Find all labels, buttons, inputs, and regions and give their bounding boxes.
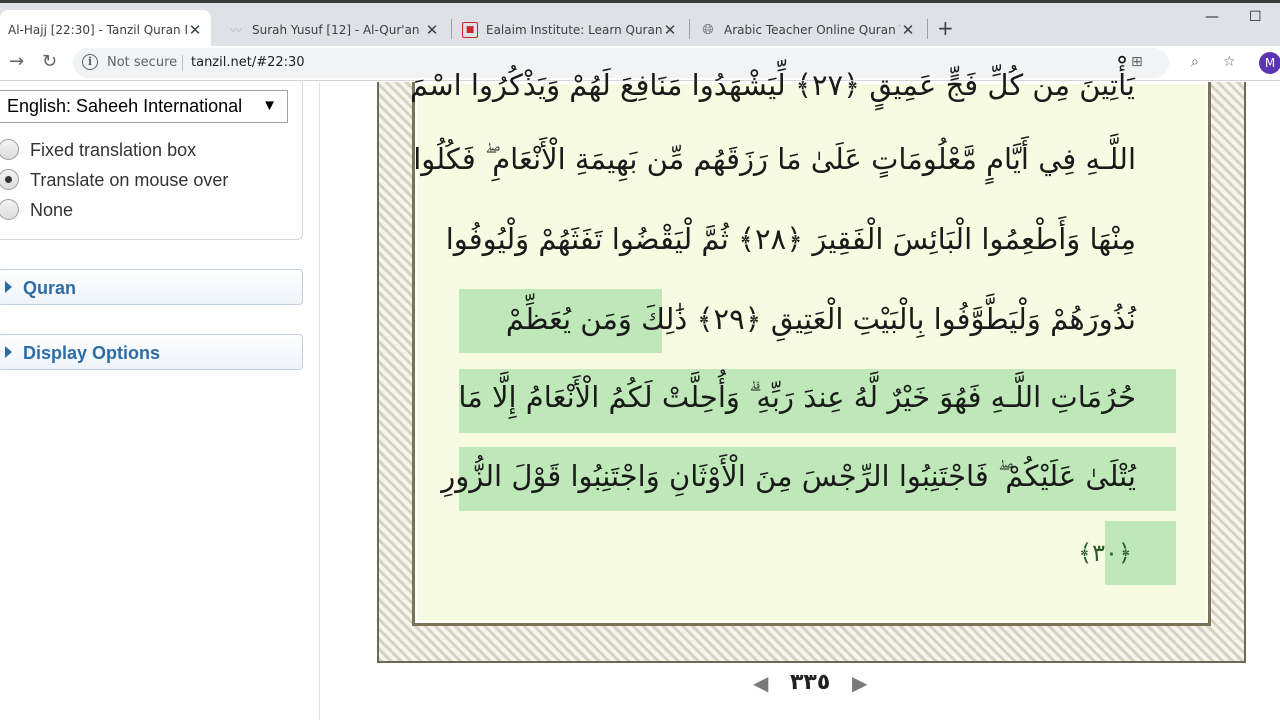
radio-label-none[interactable]: None [30,200,73,221]
radio-fixed-translation[interactable] [0,139,19,160]
chevron-down-icon: ▼ [262,97,277,114]
tab-al-hajj[interactable]: Al-Hajj [22:30] - Tanzil Quran Na ✕ [0,10,211,49]
radio-label-mouse-over[interactable]: Translate on mouse over [30,170,228,191]
zoom-icon[interactable]: ⌕ [1191,54,1199,70]
quran-page-frame: يَأْتِينَ مِن كُلِّ فَجٍّ عَمِيقٍ ﴿٢٧﴾ ل… [377,68,1246,663]
close-tab-icon[interactable]: ✕ [187,21,203,39]
expand-arrow-icon [5,346,12,358]
radio-label-fixed[interactable]: Fixed translation box [30,140,196,161]
tab-ealaim[interactable]: ■ Ealaim Institute: Learn Quran On ✕ [454,10,686,49]
tab-divider [451,19,452,39]
tab-surah-yusuf[interactable]: 〰 Surah Yusuf [12] - Al-Qur'an al-K ✕ [220,10,448,49]
close-tab-icon[interactable]: ✕ [424,21,440,39]
quran-page-text-area: يَأْتِينَ مِن كُلِّ فَجٍّ عَمِيقٍ ﴿٢٧﴾ ل… [410,68,1211,626]
tab-strip: Al-Hajj [22:30] - Tanzil Quran Na ✕ 〰 Su… [0,0,1280,49]
new-tab-button[interactable]: + [937,18,954,38]
section-quran[interactable]: Quran [0,269,303,305]
tab-arabic-teacher[interactable]: 🌐︎ Arabic Teacher Online Quran Tea ✕ [692,10,924,49]
page-favicon-icon: 〰 [230,23,242,37]
ealaim-favicon-icon: ■ [462,21,478,38]
sidebar: English: Saheeh International ▼ Fixed tr… [0,82,320,720]
close-tab-icon[interactable]: ✕ [662,21,678,39]
quran-line[interactable]: نُذُورَهُمْ وَلْيَطَّوَّفُوا بِالْبَيْتِ… [506,302,1136,336]
section-display-options[interactable]: Display Options [0,334,303,370]
quran-line[interactable]: يُتْلَىٰ عَلَيْكُمْ ۖ فَاجْتَنِبُوا الرِ… [441,459,1136,494]
reload-icon[interactable]: ↻ [42,51,57,72]
minimize-button[interactable]: — [1205,9,1219,25]
address-divider [182,55,183,71]
quran-line[interactable]: اللَّـهِ فِي أَيَّامٍ مَّعْلُومَاتٍ عَلَ… [413,142,1136,177]
tab-title: Al-Hajj [22:30] - Tanzil Quran Na [8,22,187,37]
maximize-button[interactable]: ☐ [1249,9,1262,25]
translation-select-value: English: Saheeh International [7,96,243,116]
tab-divider [927,19,928,39]
close-tab-icon[interactable]: ✕ [900,21,916,39]
quran-line[interactable]: يَأْتِينَ مِن كُلِّ فَجٍّ عَمِيقٍ ﴿٢٧﴾ ل… [410,68,1135,102]
forward-arrow-icon[interactable]: → [9,51,24,72]
quran-line[interactable]: حُرُمَاتِ اللَّـهِ فَهُوَ خَيْرٌ لَّهُ ع… [458,380,1136,415]
section-label: Display Options [23,343,161,363]
bookmark-star-icon[interactable]: ☆ [1223,54,1236,70]
security-label: Not secure [107,55,178,70]
page-number: ٣٣٥ [790,670,831,695]
url-text[interactable]: tanzil.net/#22:30 [191,55,305,70]
next-page-arrow[interactable]: ▶ [852,671,867,695]
globe-icon: 🌐︎ [702,21,714,38]
tab-title: Arabic Teacher Online Quran Tea [724,22,900,37]
tab-divider [689,19,690,39]
info-icon[interactable]: i [82,54,98,70]
radio-mouse-over[interactable] [0,169,19,190]
previous-page-arrow[interactable]: ◀ [753,671,768,695]
quran-line[interactable]: مِنْهَا وَأَطْعِمُوا الْبَائِسَ الْفَقِي… [446,222,1136,256]
tab-title: Surah Yusuf [12] - Al-Qur'an al-K [252,22,424,37]
profile-avatar[interactable]: M [1259,52,1280,74]
section-label: Quran [23,278,77,298]
translation-select[interactable]: English: Saheeh International ▼ [0,90,288,123]
ayah-number-marker[interactable]: ﴿٣٠﴾ [1078,539,1132,567]
radio-none[interactable] [0,199,19,220]
expand-arrow-icon [5,281,12,293]
translation-box: English: Saheeh International ▼ Fixed tr… [0,82,303,240]
tab-title: Ealaim Institute: Learn Quran On [486,22,662,37]
